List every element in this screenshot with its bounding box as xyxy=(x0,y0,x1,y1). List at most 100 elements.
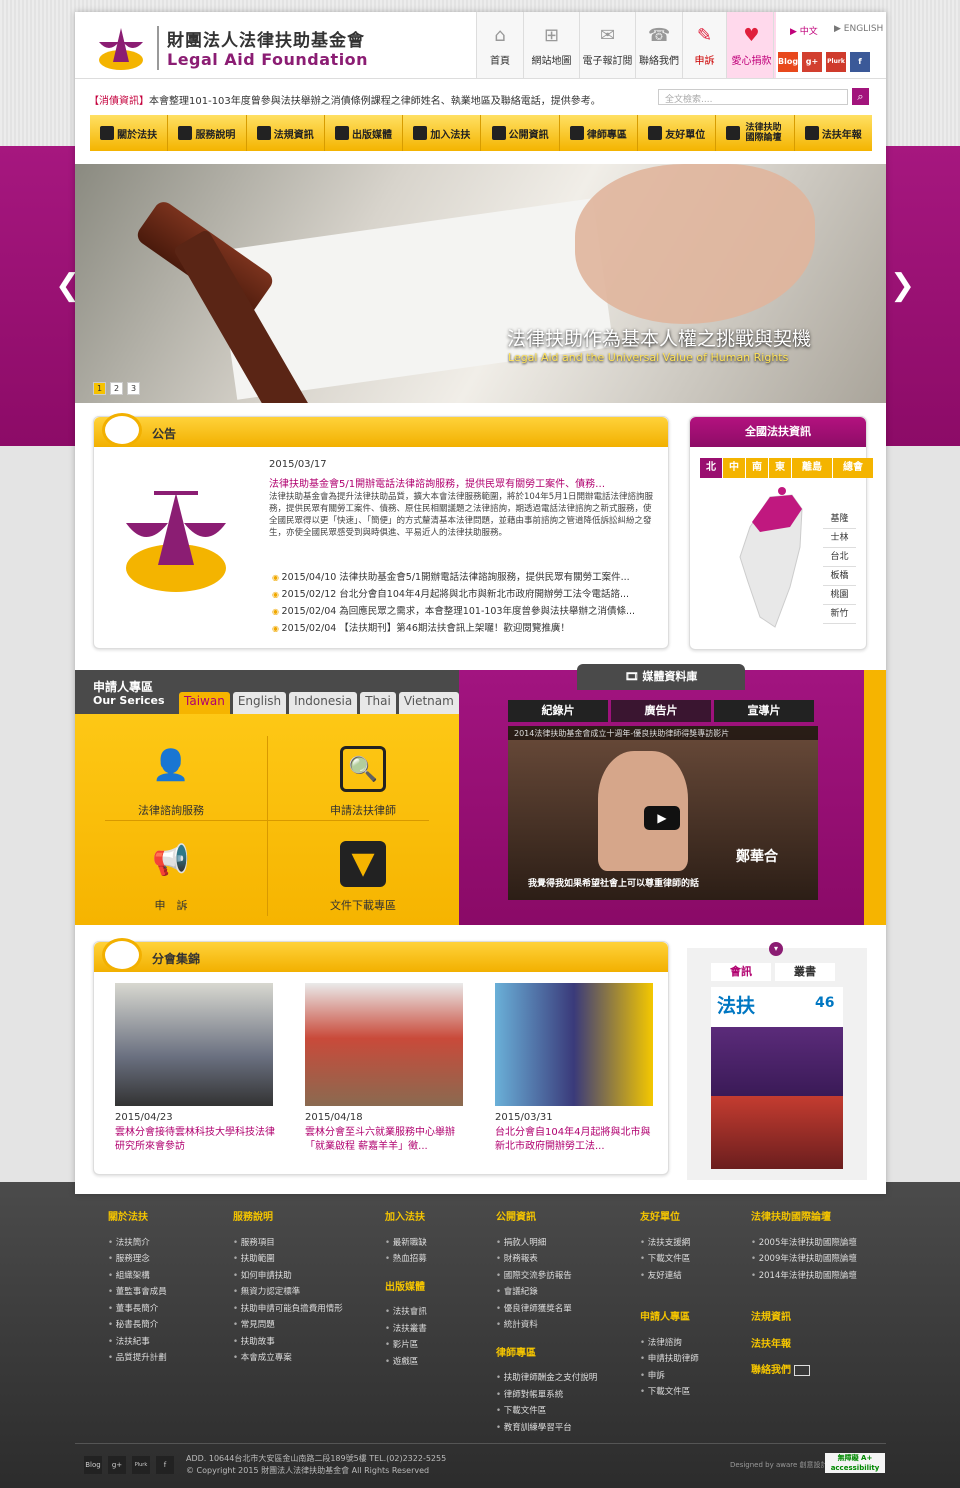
footer-link[interactable]: 捐款人明細 xyxy=(496,1235,597,1252)
menu-item-partners[interactable]: 友好單位 xyxy=(638,115,717,151)
city-link[interactable]: 板橋 xyxy=(823,567,856,586)
service-complaint[interactable]: 📢 申 訴 xyxy=(75,823,267,918)
branch-item[interactable]: 2015/04/18 雲林分會至斗六就業服務中心舉辦「就業啟程 薪嘉羊羊」徵..… xyxy=(305,983,465,1154)
menu-item-public-info[interactable]: 公開資訊 xyxy=(481,115,560,151)
footer-heading[interactable]: 服務說明 xyxy=(233,1210,343,1227)
google-plus-icon[interactable]: g+ xyxy=(802,52,822,72)
lang-zh-link[interactable]: ▶ 中文 xyxy=(790,24,818,37)
footer-heading[interactable]: 律師專區 xyxy=(496,1346,597,1363)
news-ticker[interactable]: 【消債資訊】本會整理101-103年度曾參與法扶舉辦之消債條例課程之律師姓名、執… xyxy=(89,92,601,107)
footer-link[interactable]: 組織架構 xyxy=(108,1268,167,1285)
footer-link[interactable]: 律師對帳單系統 xyxy=(496,1387,597,1404)
tab-documentary[interactable]: 紀錄片 xyxy=(508,700,608,722)
footer-heading[interactable]: 公開資訊 xyxy=(496,1210,597,1227)
footer-link[interactable]: 申訴 xyxy=(640,1368,699,1385)
footer-link[interactable]: 法扶支援網 xyxy=(640,1235,699,1252)
service-consultation[interactable]: 👤 法律諮詢服務 xyxy=(75,728,267,823)
footer-link[interactable]: 最新職缺 xyxy=(385,1235,427,1252)
list-item[interactable]: 2015/02/12 台北分會自104年4月起將與北市與新北市政府開辦勞工法令電… xyxy=(272,586,635,603)
banner-page-1[interactable]: 1 xyxy=(93,382,106,395)
plurk-icon[interactable]: Plurk xyxy=(132,1456,150,1474)
footer-link[interactable]: 董監事會成員 xyxy=(108,1284,167,1301)
hero-banner[interactable]: 法律扶助作為基本人權之挑戰與契機 Legal Aid and the Unive… xyxy=(75,164,886,403)
list-item[interactable]: 2015/04/10 法律扶助基金會5/1開辦電話法律諮詢服務，提供民眾有關勞工… xyxy=(272,569,635,586)
tab-books[interactable]: 叢書 xyxy=(775,963,835,981)
footer-link[interactable]: 法扶簡介 xyxy=(108,1235,167,1252)
menu-item-join[interactable]: 加入法扶 xyxy=(403,115,482,151)
search-icon[interactable]: ⌕ xyxy=(852,88,869,105)
footer-link[interactable]: 法扶紀事 xyxy=(108,1334,167,1351)
footer-link[interactable]: 品質提升計劃 xyxy=(108,1350,167,1367)
topnav-sitemap[interactable]: ⊞ 網站地圖 xyxy=(523,12,579,78)
topnav-newsletter[interactable]: ✉ 電子報訂閱 xyxy=(579,12,635,78)
chevron-down-icon[interactable]: ▾ xyxy=(769,942,783,956)
list-item[interactable]: 2015/02/04 為回應民眾之需求，本會整理101-103年度曾參與法扶舉辦… xyxy=(272,603,636,620)
footer-link[interactable]: 2009年法律扶助國際論壇 xyxy=(751,1251,857,1268)
notice-headline[interactable]: 法律扶助基金會5/1開辦電話法律諮詢服務，提供民眾有關勞工案件、債務… xyxy=(269,475,664,490)
banner-page-3[interactable]: 3 xyxy=(127,382,140,395)
footer-link[interactable]: 遊戲區 xyxy=(385,1354,427,1371)
facebook-icon[interactable]: f xyxy=(850,52,870,72)
topnav-complaint[interactable]: ✎ 申訴 xyxy=(682,12,726,78)
lang-en-link[interactable]: ▶ ENGLISH xyxy=(834,24,883,34)
plurk-icon[interactable]: Plurk xyxy=(826,52,846,72)
footer-link[interactable]: 法扶會訊 xyxy=(385,1304,427,1321)
footer-link[interactable]: 服務理念 xyxy=(108,1251,167,1268)
footer-link[interactable]: 財務報表 xyxy=(496,1251,597,1268)
footer-link[interactable]: 扶助範圍 xyxy=(233,1251,343,1268)
video-player[interactable]: 2014法律扶助基金會成立十週年-優良扶助律師得獎專訪影片 ▶ 鄭華合 我覺得我… xyxy=(508,726,818,900)
footer-heading[interactable]: 申請人專區 xyxy=(640,1310,699,1327)
tab-english[interactable]: English xyxy=(232,692,287,714)
branch-item[interactable]: 2015/03/31 台北分會自104年4月起將與北市與新北市政府開辦勞工法..… xyxy=(495,983,655,1154)
tab-taiwan[interactable]: Taiwan xyxy=(179,692,230,714)
footer-link[interactable]: 本會成立專案 xyxy=(233,1350,343,1367)
footer-heading[interactable]: 法扶年報 xyxy=(751,1337,857,1354)
city-link[interactable]: 台北 xyxy=(823,548,856,567)
list-item[interactable]: 2015/02/04 【法扶期刊】第46期法扶會訊上架囉！歡迎閱覽推廣！ xyxy=(272,620,635,637)
tab-thai[interactable]: Thai xyxy=(360,692,396,714)
branch-title-link[interactable]: 雲林分會接待雲林科技大學科技法律研究所來會參訪 xyxy=(115,1126,275,1154)
play-icon[interactable]: ▶ xyxy=(644,806,680,830)
footer-link[interactable]: 2014年法律扶助國際論壇 xyxy=(751,1268,857,1285)
footer-link[interactable]: 教育訓練學習平台 xyxy=(496,1420,597,1437)
facebook-icon[interactable]: f xyxy=(156,1456,174,1474)
blog-icon[interactable]: Blog xyxy=(84,1456,102,1474)
tab-advertisement[interactable]: 廣告片 xyxy=(611,700,711,722)
footer-link[interactable]: 國際交流參訪報告 xyxy=(496,1268,597,1285)
footer-heading[interactable]: 加入法扶 xyxy=(385,1210,427,1227)
banner-page-2[interactable]: 2 xyxy=(110,382,123,395)
topnav-home[interactable]: ⌂ 首頁 xyxy=(476,12,523,78)
region-tab-central[interactable]: 中 xyxy=(723,458,745,478)
branch-title-link[interactable]: 台北分會自104年4月起將與北市與新北市政府開辦勞工法... xyxy=(495,1126,655,1154)
region-tab-east[interactable]: 東 xyxy=(769,458,791,478)
footer-link[interactable]: 下載文件區 xyxy=(640,1251,699,1268)
branch-title-link[interactable]: 雲林分會至斗六就業服務中心舉辦「就業啟程 薪嘉羊羊」徵... xyxy=(305,1126,465,1154)
topnav-donate[interactable]: ♥ 愛心捐款 xyxy=(726,12,776,78)
tab-indonesia[interactable]: Indonesia xyxy=(289,692,358,714)
footer-link[interactable]: 無資力認定標準 xyxy=(233,1284,343,1301)
region-tab-islands[interactable]: 離島 xyxy=(792,458,832,478)
footer-link[interactable]: 扶助故事 xyxy=(233,1334,343,1351)
city-link[interactable]: 桃園 xyxy=(823,586,856,605)
footer-heading[interactable]: 法律扶助國際論壇 xyxy=(751,1210,857,1227)
footer-link[interactable]: 扶助律師酬金之支付說明 xyxy=(496,1370,598,1387)
footer-link[interactable]: 服務項目 xyxy=(233,1235,343,1252)
footer-link[interactable]: 影片區 xyxy=(385,1337,427,1354)
tab-newsletter[interactable]: 會訊 xyxy=(711,963,771,981)
logo-icon[interactable] xyxy=(95,22,147,74)
accessibility-badge[interactable]: 無障礙 A+ accessibility xyxy=(825,1453,885,1473)
designer-credit[interactable]: Designed by aware 創意設計 xyxy=(730,1460,828,1470)
footer-link[interactable]: 法律諮詢 xyxy=(640,1335,699,1352)
menu-item-about[interactable]: 關於法扶 xyxy=(90,115,169,151)
city-link[interactable]: 基隆 xyxy=(823,510,856,529)
region-tab-north[interactable]: 北 xyxy=(700,458,722,478)
footer-heading[interactable]: 友好單位 xyxy=(640,1210,699,1227)
service-apply-lawyer[interactable]: 🔍 申請法扶律師 xyxy=(267,728,459,823)
search-input[interactable]: 全文檢索.... xyxy=(658,89,848,105)
service-download[interactable]: ▼ 文件下載專區 xyxy=(267,823,459,918)
footer-link[interactable]: 下載文件區 xyxy=(496,1403,597,1420)
footer-heading[interactable]: 關於法扶 xyxy=(108,1210,167,1227)
footer-link[interactable]: 秘書長簡介 xyxy=(108,1317,167,1334)
region-tab-hq[interactable]: 總會 xyxy=(833,458,873,478)
footer-heading[interactable]: 出版媒體 xyxy=(385,1280,427,1297)
